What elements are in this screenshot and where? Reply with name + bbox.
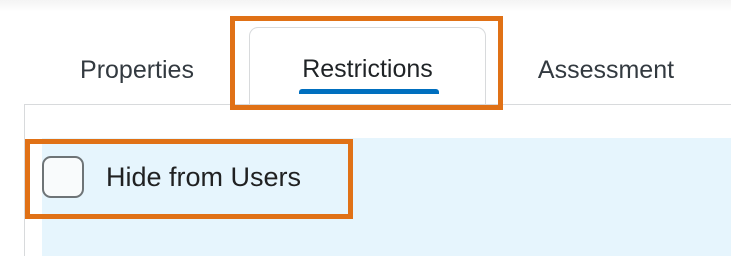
tab-assessment[interactable]: Assessment <box>520 42 692 98</box>
tab-restrictions-label: Restrictions <box>302 55 433 83</box>
window-top-strip <box>0 0 731 12</box>
tab-properties-label: Properties <box>80 55 194 84</box>
panel-left-border <box>24 105 25 256</box>
active-tab-indicator <box>299 89 439 94</box>
tab-bar-divider <box>24 104 731 105</box>
tab-properties[interactable]: Properties <box>54 42 220 98</box>
tab-restrictions[interactable]: Restrictions <box>249 27 486 105</box>
hide-from-users-checkbox[interactable] <box>42 156 84 198</box>
hide-from-users-option[interactable]: Hide from Users <box>42 156 301 198</box>
tab-assessment-label: Assessment <box>537 55 675 84</box>
hide-from-users-label[interactable]: Hide from Users <box>106 162 301 193</box>
